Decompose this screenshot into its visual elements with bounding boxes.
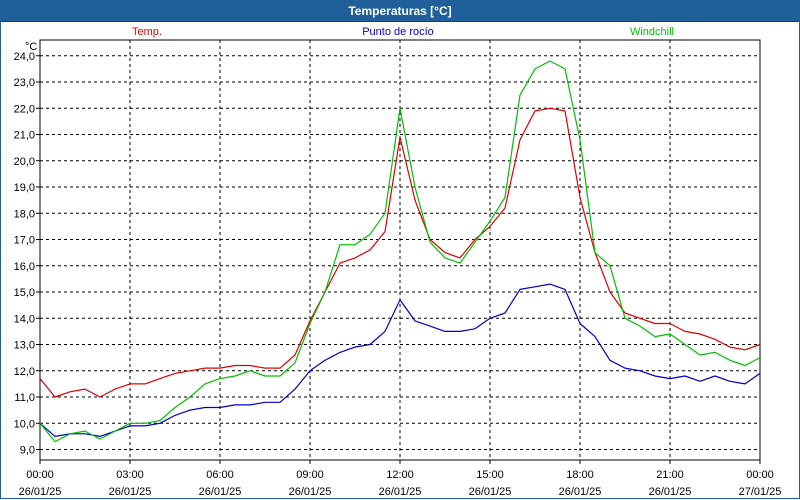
x-tick-time: 00:00 xyxy=(26,469,54,481)
y-tick-label: 14,0 xyxy=(14,313,35,325)
x-tick-time: 12:00 xyxy=(386,469,414,481)
y-tick-label: 18,0 xyxy=(14,208,35,220)
x-tick-time: 00:00 xyxy=(746,469,774,481)
y-tick-label: 21,0 xyxy=(14,130,35,142)
y-tick-label: 22,0 xyxy=(14,103,35,115)
x-axis: 00:00 26/01/25 03:00 26/01/25 06:00 26/01/25 0… xyxy=(19,460,782,498)
y-tick-label: 9,0 xyxy=(20,445,35,457)
x-tick-date: 26/01/25 xyxy=(289,486,332,498)
legend-entry-2: Punto de rocío xyxy=(362,26,434,38)
x-tick-date: 26/01/25 xyxy=(379,486,422,498)
y-tick-label: 17,0 xyxy=(14,235,35,247)
x-tick-date: 26/01/25 xyxy=(649,486,692,498)
x-tick-date: 26/01/25 xyxy=(109,486,152,498)
y-tick-label: 20,0 xyxy=(14,156,35,168)
grid xyxy=(40,40,760,460)
x-tick-date: 26/01/25 xyxy=(199,486,242,498)
x-tick-time: 15:00 xyxy=(476,469,504,481)
y-tick-label: 13,0 xyxy=(14,340,35,352)
x-tick-time: 06:00 xyxy=(206,469,234,481)
x-tick-date: 27/01/25 xyxy=(739,486,782,498)
x-tick-time: 18:00 xyxy=(566,469,594,481)
legend-entry-1: Temp. xyxy=(132,26,162,38)
x-tick-time: 03:00 xyxy=(116,469,144,481)
y-axis: 9,0 10,0 11,0 12,0 13,0 14,0 15,0 16,0 17,0 18,0 1… xyxy=(14,51,40,457)
legend: Temp. Punto de rocío Windchill xyxy=(132,26,674,38)
x-tick-date: 26/01/25 xyxy=(559,486,602,498)
x-tick-date: 26/01/25 xyxy=(469,486,512,498)
legend-entry-3: Windchill xyxy=(630,26,674,38)
y-tick-label: 15,0 xyxy=(14,287,35,299)
y-tick-label: 23,0 xyxy=(14,77,35,89)
y-tick-label: 10,0 xyxy=(14,418,35,430)
y-tick-label: 12,0 xyxy=(14,366,35,378)
x-tick-time: 09:00 xyxy=(296,469,324,481)
temperature-chart: 9,0 10,0 11,0 12,0 13,0 14,0 15,0 16,0 17,0 18,0 1… xyxy=(14,26,782,498)
x-tick-time: 21:00 xyxy=(656,469,684,481)
y-axis-label: °C xyxy=(25,41,37,53)
x-tick-date: 26/01/25 xyxy=(19,486,62,498)
y-tick-label: 16,0 xyxy=(14,261,35,273)
y-tick-label: 11,0 xyxy=(14,392,35,404)
y-tick-label: 19,0 xyxy=(14,182,35,194)
